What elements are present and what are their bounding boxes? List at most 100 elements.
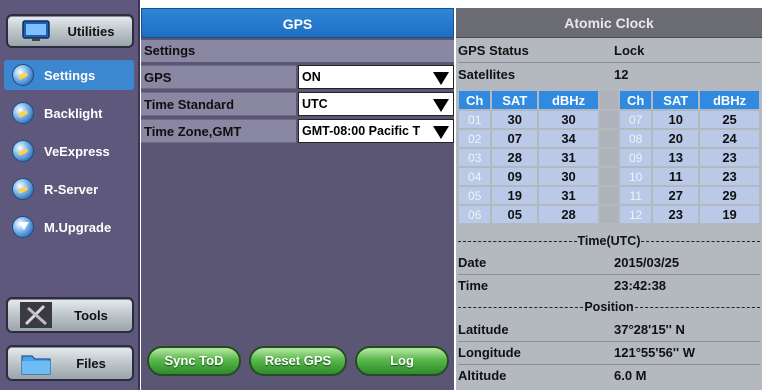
settings-section-title: Settings bbox=[141, 40, 454, 62]
table-cell: 08 bbox=[618, 129, 653, 148]
atomic-clock-tab[interactable]: Atomic Clock bbox=[456, 8, 762, 38]
time-zone-row: Time Zone,GMT GMT-08:00 Pacific T bbox=[141, 119, 454, 143]
sidebar-item-r-server[interactable]: R-Server bbox=[4, 174, 134, 204]
table-cell: 09 bbox=[618, 148, 653, 167]
table-cell: 10 bbox=[652, 110, 700, 129]
table-cell: 07 bbox=[618, 110, 653, 129]
download-icon bbox=[12, 216, 34, 238]
gps-select-value: ON bbox=[302, 70, 321, 84]
files-label: Files bbox=[76, 355, 106, 371]
latitude-value: 37°28'15'' N bbox=[614, 322, 685, 337]
time-zone-value: GMT-08:00 Pacific T bbox=[302, 124, 421, 138]
gps-status-label: GPS Status bbox=[458, 43, 529, 58]
satellite-table: Ch SAT dBHz Ch SAT dBHz 01 30 30 07 10 2… bbox=[458, 90, 760, 224]
table-cell: 20 bbox=[652, 129, 700, 148]
reset-gps-button[interactable]: Reset GPS bbox=[249, 346, 347, 376]
table-cell: 27 bbox=[652, 186, 700, 205]
gps-setting-row: GPS ON bbox=[141, 65, 454, 89]
column-header: SAT bbox=[491, 90, 539, 110]
table-cell: 09 bbox=[491, 167, 539, 186]
table-cell: 31 bbox=[538, 148, 599, 167]
sidebar-item-backlight[interactable]: Backlight bbox=[4, 98, 134, 128]
table-cell: 05 bbox=[458, 186, 492, 205]
table-cell: 23 bbox=[699, 148, 760, 167]
time-standard-value: UTC bbox=[302, 97, 328, 111]
position-divider: Position bbox=[458, 298, 760, 316]
time-utc-heading: Time(UTC) bbox=[577, 234, 641, 248]
table-cell: 19 bbox=[491, 186, 539, 205]
table-cell: 12 bbox=[618, 205, 653, 224]
table-cell: 23 bbox=[652, 205, 700, 224]
table-row: 04 09 30 10 11 23 bbox=[458, 167, 760, 186]
time-standard-label: Time Standard bbox=[141, 92, 296, 116]
time-zone-select[interactable]: GMT-08:00 Pacific T bbox=[298, 119, 454, 143]
time-standard-select[interactable]: UTC bbox=[298, 92, 454, 116]
table-cell: 23 bbox=[699, 167, 760, 186]
log-button[interactable]: Log bbox=[355, 346, 449, 376]
tools-icon bbox=[14, 301, 58, 329]
monitor-icon bbox=[14, 17, 58, 45]
altitude-label: Altitude bbox=[458, 368, 507, 383]
satellites-label: Satellites bbox=[458, 67, 516, 82]
table-header-row: Ch SAT dBHz Ch SAT dBHz bbox=[458, 90, 760, 110]
column-header: Ch bbox=[618, 90, 653, 110]
table-cell: 04 bbox=[458, 167, 492, 186]
table-cell: 28 bbox=[491, 148, 539, 167]
table-cell: 13 bbox=[652, 148, 700, 167]
table-cell: 05 bbox=[491, 205, 539, 224]
sidebar-item-settings[interactable]: Settings bbox=[4, 60, 134, 90]
sidebar-item-label: M.Upgrade bbox=[44, 219, 112, 235]
time-label: Time bbox=[458, 278, 489, 293]
date-label: Date bbox=[458, 255, 487, 270]
table-row: 02 07 34 08 20 24 bbox=[458, 129, 760, 148]
table-cell: 06 bbox=[458, 205, 492, 224]
satellites-value: 12 bbox=[614, 67, 629, 82]
table-cell: 28 bbox=[538, 205, 599, 224]
sidebar-item-label: Backlight bbox=[44, 105, 103, 121]
tools-button[interactable]: Tools bbox=[6, 297, 134, 333]
utilities-button[interactable]: Utilities bbox=[6, 14, 134, 48]
gps-select[interactable]: ON bbox=[298, 65, 454, 89]
table-cell: 29 bbox=[699, 186, 760, 205]
column-header: SAT bbox=[652, 90, 700, 110]
table-cell: 30 bbox=[538, 167, 599, 186]
veexpress-icon bbox=[12, 140, 34, 162]
sidebar-item-veexpress[interactable]: VeExpress bbox=[4, 136, 134, 166]
r-server-icon bbox=[12, 178, 34, 200]
sync-tod-button[interactable]: Sync ToD bbox=[147, 346, 241, 376]
folder-icon bbox=[14, 349, 58, 377]
table-cell: 30 bbox=[538, 110, 599, 129]
table-cell: 11 bbox=[652, 167, 700, 186]
files-button[interactable]: Files bbox=[6, 345, 134, 381]
table-cell: 03 bbox=[458, 148, 492, 167]
position-heading: Position bbox=[584, 300, 634, 314]
column-header: dBHz bbox=[699, 90, 760, 110]
app-window: Utilities Settings Backlight VeExpress R… bbox=[0, 0, 762, 390]
gps-panel: GPS Settings GPS ON Time Standard UTC Ti… bbox=[141, 8, 454, 390]
table-cell: 10 bbox=[618, 167, 653, 186]
time-utc-divider: Time(UTC) bbox=[458, 232, 760, 250]
latitude-label: Latitude bbox=[458, 322, 509, 337]
column-header: Ch bbox=[458, 90, 492, 110]
table-cell: 24 bbox=[699, 129, 760, 148]
time-standard-row: Time Standard UTC bbox=[141, 92, 454, 116]
sidebar: Utilities Settings Backlight VeExpress R… bbox=[0, 0, 140, 390]
table-cell: 25 bbox=[699, 110, 760, 129]
table-cell: 01 bbox=[458, 110, 492, 129]
table-row: 03 28 31 09 13 23 bbox=[458, 148, 760, 167]
gps-tab[interactable]: GPS bbox=[141, 8, 454, 38]
backlight-icon bbox=[12, 102, 34, 124]
table-cell: 34 bbox=[538, 129, 599, 148]
utilities-label: Utilities bbox=[67, 23, 115, 39]
column-header: dBHz bbox=[538, 90, 599, 110]
sidebar-item-label: VeExpress bbox=[44, 143, 110, 159]
sidebar-item-m-upgrade[interactable]: M.Upgrade bbox=[4, 212, 134, 242]
dropdown-arrow-icon bbox=[433, 72, 449, 85]
time-value: 23:42:38 bbox=[614, 278, 667, 293]
sidebar-item-label: R-Server bbox=[44, 181, 99, 197]
table-row: 01 30 30 07 10 25 bbox=[458, 110, 760, 129]
tools-label: Tools bbox=[74, 307, 108, 323]
longitude-label: Longitude bbox=[458, 345, 521, 360]
table-row: 06 05 28 12 23 19 bbox=[458, 205, 760, 224]
longitude-value: 121°55'56'' W bbox=[614, 345, 695, 360]
